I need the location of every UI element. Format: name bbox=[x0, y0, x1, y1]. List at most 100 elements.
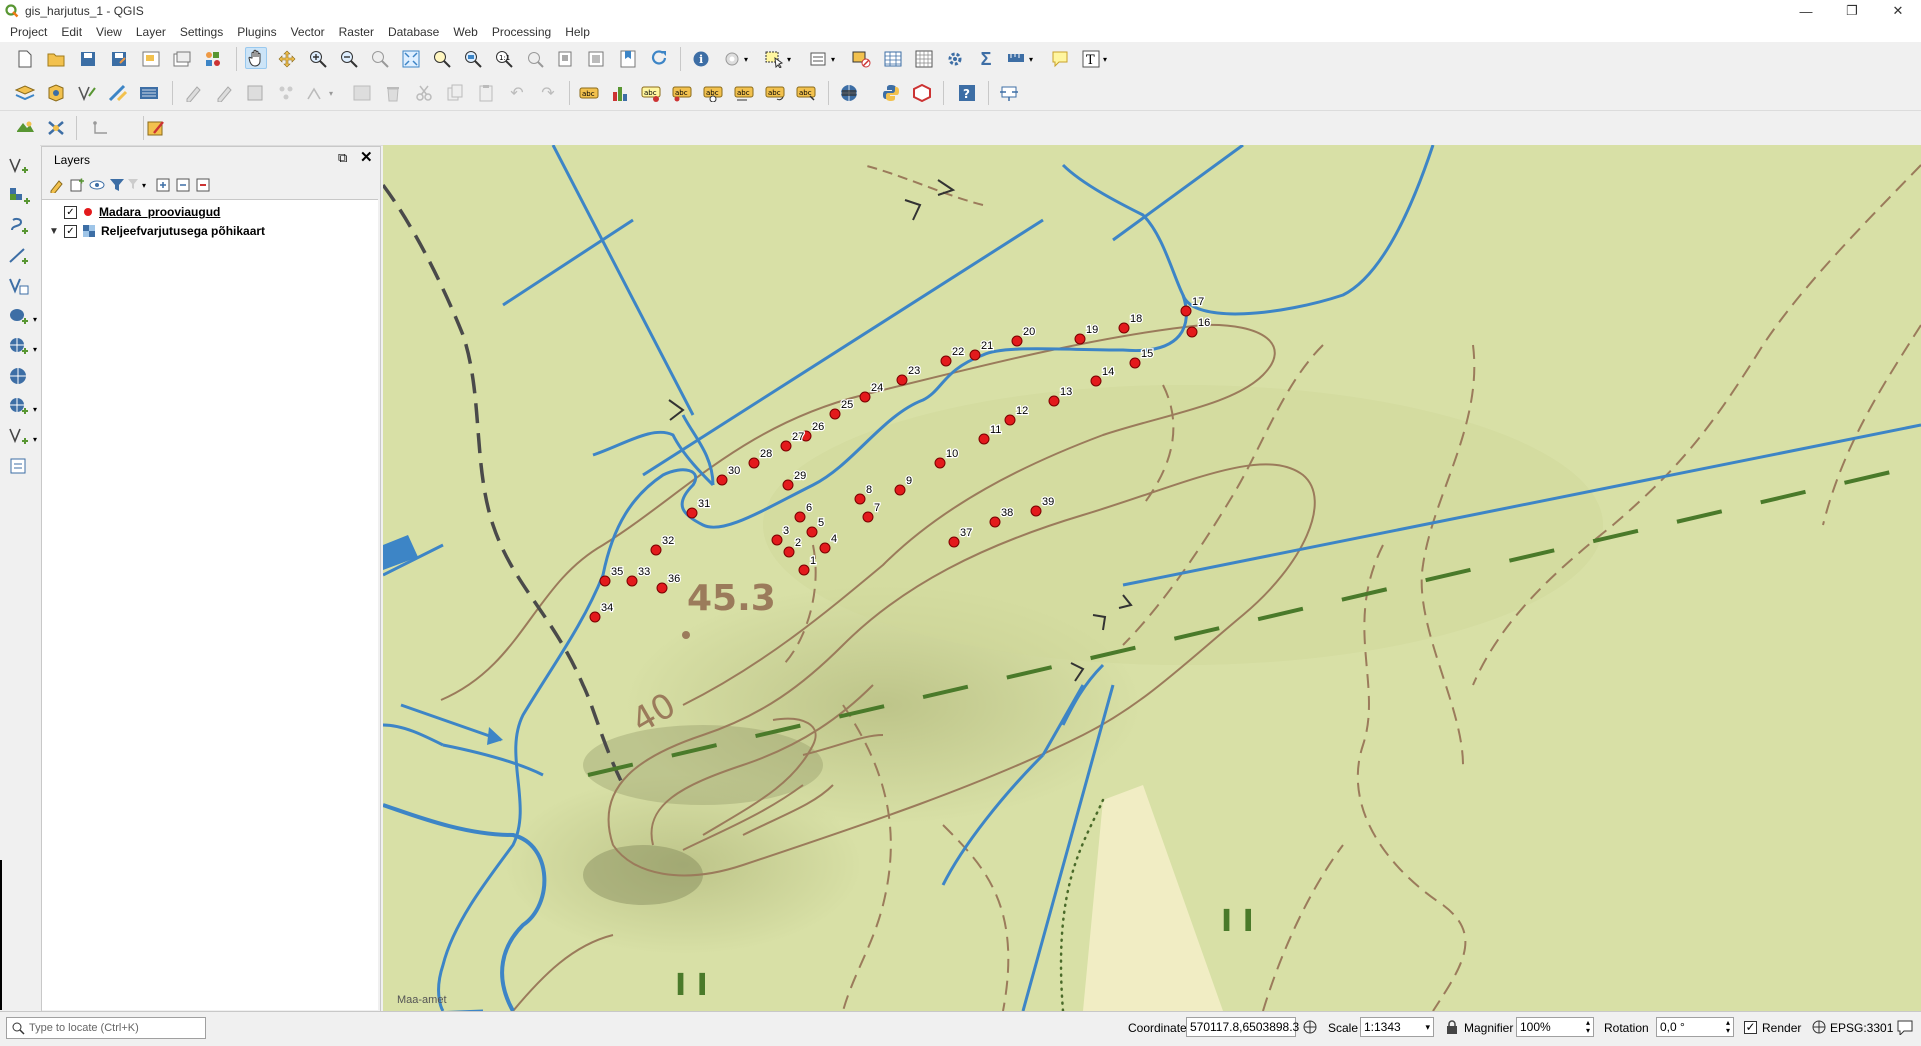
save-as-icon[interactable] bbox=[108, 48, 130, 70]
chevron-down-icon[interactable]: ▼ bbox=[48, 226, 60, 237]
sample-point[interactable] bbox=[978, 433, 990, 445]
zoom-to-layer-icon[interactable] bbox=[462, 48, 484, 70]
sample-point[interactable] bbox=[1011, 335, 1023, 347]
crs-globe-icon[interactable] bbox=[1812, 1020, 1826, 1034]
zoom-native-icon[interactable]: 1:1 bbox=[493, 48, 515, 70]
chevron-down-icon[interactable]: ▾ bbox=[30, 428, 40, 450]
map-tips-icon[interactable] bbox=[1049, 48, 1071, 70]
python-console-icon[interactable] bbox=[880, 82, 902, 104]
sample-point[interactable] bbox=[969, 349, 981, 361]
add-group-icon[interactable] bbox=[66, 174, 88, 196]
coordinate-field[interactable]: 570117.8,6503898.3 bbox=[1186, 1017, 1299, 1037]
help-icon[interactable]: ? bbox=[956, 82, 978, 104]
processing-toolbox-icon[interactable] bbox=[944, 48, 966, 70]
add-mesh-icon[interactable] bbox=[8, 245, 30, 267]
menu-vector[interactable]: Vector bbox=[284, 22, 332, 42]
identify-features-icon[interactable]: i bbox=[690, 48, 712, 70]
add-wfs-icon[interactable] bbox=[8, 365, 30, 387]
sample-point[interactable] bbox=[859, 391, 871, 403]
layer-diagram-icon[interactable] bbox=[609, 82, 631, 104]
sample-point[interactable] bbox=[854, 493, 866, 505]
sample-point[interactable] bbox=[650, 544, 662, 556]
sample-point[interactable] bbox=[1090, 375, 1102, 387]
add-raster-layer-icon[interactable] bbox=[107, 82, 129, 104]
magnifier-spinbox[interactable]: 100% ▴ ▾ bbox=[1516, 1017, 1594, 1037]
style-manager-icon[interactable] bbox=[202, 48, 224, 70]
sample-point[interactable] bbox=[989, 516, 1001, 528]
sample-point[interactable] bbox=[656, 582, 668, 594]
rotate-label-icon[interactable]: abc bbox=[764, 82, 786, 104]
menu-processing[interactable]: Processing bbox=[485, 22, 558, 42]
sample-point[interactable] bbox=[783, 546, 795, 558]
new-map-view-icon[interactable] bbox=[586, 48, 608, 70]
pan-map-icon[interactable] bbox=[245, 47, 267, 69]
field-calculator-icon[interactable] bbox=[913, 48, 935, 70]
sample-point[interactable] bbox=[780, 440, 792, 452]
chevron-down-icon[interactable]: ▾ bbox=[30, 308, 40, 330]
pan-to-selection-icon[interactable] bbox=[276, 48, 298, 70]
menu-view[interactable]: View bbox=[89, 22, 129, 42]
delete-selected-icon[interactable] bbox=[382, 82, 404, 104]
zoom-next-icon[interactable] bbox=[555, 48, 577, 70]
chevron-down-icon[interactable]: ▾ bbox=[740, 48, 752, 70]
add-arcgis-icon[interactable] bbox=[8, 425, 30, 447]
chevron-down-icon[interactable]: ▾ bbox=[1025, 48, 1037, 70]
undo-icon[interactable]: ↶ bbox=[506, 82, 528, 104]
pin-labels-icon[interactable]: abc bbox=[671, 82, 693, 104]
float-panel-icon[interactable]: ⧉ bbox=[338, 150, 347, 166]
chevron-down-icon[interactable]: ▾ bbox=[1099, 48, 1111, 70]
show-hide-labels-icon[interactable]: abc bbox=[702, 82, 724, 104]
annotation-edit-icon[interactable] bbox=[145, 117, 167, 139]
sample-point[interactable] bbox=[829, 408, 841, 420]
lock-scale-icon[interactable] bbox=[1446, 1019, 1458, 1035]
menu-plugins[interactable]: Plugins bbox=[230, 22, 283, 42]
map-canvas[interactable]: 45.3 40 I I I I Maa-amet 1 2 3 4 5 6 7 8… bbox=[383, 145, 1921, 1011]
zoom-last-icon[interactable] bbox=[524, 48, 546, 70]
topology-checker-icon[interactable] bbox=[911, 82, 933, 104]
sample-point[interactable] bbox=[1074, 333, 1086, 345]
add-vector-layer-icon[interactable] bbox=[76, 82, 98, 104]
remove-layer-icon[interactable] bbox=[192, 174, 214, 196]
current-edits-icon[interactable] bbox=[182, 82, 204, 104]
sample-point[interactable] bbox=[1048, 395, 1060, 407]
add-wms-icon[interactable] bbox=[8, 335, 30, 357]
sample-point[interactable] bbox=[798, 564, 810, 576]
sample-point[interactable] bbox=[934, 457, 946, 469]
toggle-extents-icon[interactable] bbox=[1302, 1019, 1318, 1035]
add-wms-layer-icon[interactable] bbox=[138, 82, 160, 104]
sample-point[interactable] bbox=[1118, 322, 1130, 334]
sample-point[interactable] bbox=[748, 457, 760, 469]
open-layer-styling-icon[interactable] bbox=[46, 174, 68, 196]
redo-icon[interactable]: ↷ bbox=[537, 82, 559, 104]
rotation-spinbox[interactable]: 0,0 ° ▴ ▾ bbox=[1656, 1017, 1734, 1037]
menu-web[interactable]: Web bbox=[446, 22, 484, 42]
layout-manager-icon[interactable] bbox=[171, 48, 193, 70]
zoom-in-icon[interactable] bbox=[307, 48, 329, 70]
plugin-panel-icon[interactable] bbox=[998, 82, 1020, 104]
sample-point[interactable] bbox=[1004, 414, 1016, 426]
layer-row-madara[interactable]: ✓ Madara_prooviaugud bbox=[64, 203, 220, 221]
close-panel-icon[interactable]: ✕ bbox=[360, 148, 373, 166]
digitize-point-icon[interactable] bbox=[275, 82, 297, 104]
layer-visibility-checkbox[interactable]: ✓ bbox=[64, 205, 77, 219]
change-label-icon[interactable]: abc bbox=[795, 82, 817, 104]
zoom-to-selection-icon[interactable] bbox=[431, 48, 453, 70]
expand-all-icon[interactable] bbox=[152, 174, 174, 196]
new-bookmark-icon[interactable] bbox=[617, 48, 639, 70]
sample-point[interactable] bbox=[1180, 305, 1192, 317]
move-label-icon[interactable]: abc bbox=[733, 82, 755, 104]
add-delimited-text-icon[interactable] bbox=[14, 117, 36, 139]
cut-features-icon[interactable] bbox=[413, 82, 435, 104]
snapping-icon[interactable] bbox=[90, 117, 112, 139]
modify-attributes-icon[interactable] bbox=[351, 82, 373, 104]
locator-search[interactable]: Type to locate (Ctrl+K) bbox=[6, 1017, 206, 1039]
menu-settings[interactable]: Settings bbox=[173, 22, 230, 42]
close-window-button[interactable]: ✕ bbox=[1875, 0, 1921, 22]
sample-point[interactable] bbox=[626, 575, 638, 587]
new-temporary-layer-icon[interactable] bbox=[8, 455, 30, 477]
toggle-editing-icon[interactable] bbox=[213, 82, 235, 104]
add-wcs-icon[interactable] bbox=[8, 395, 30, 417]
paste-features-icon[interactable] bbox=[475, 82, 497, 104]
messages-icon[interactable] bbox=[1896, 1019, 1914, 1035]
manage-map-themes-icon[interactable] bbox=[86, 174, 108, 196]
